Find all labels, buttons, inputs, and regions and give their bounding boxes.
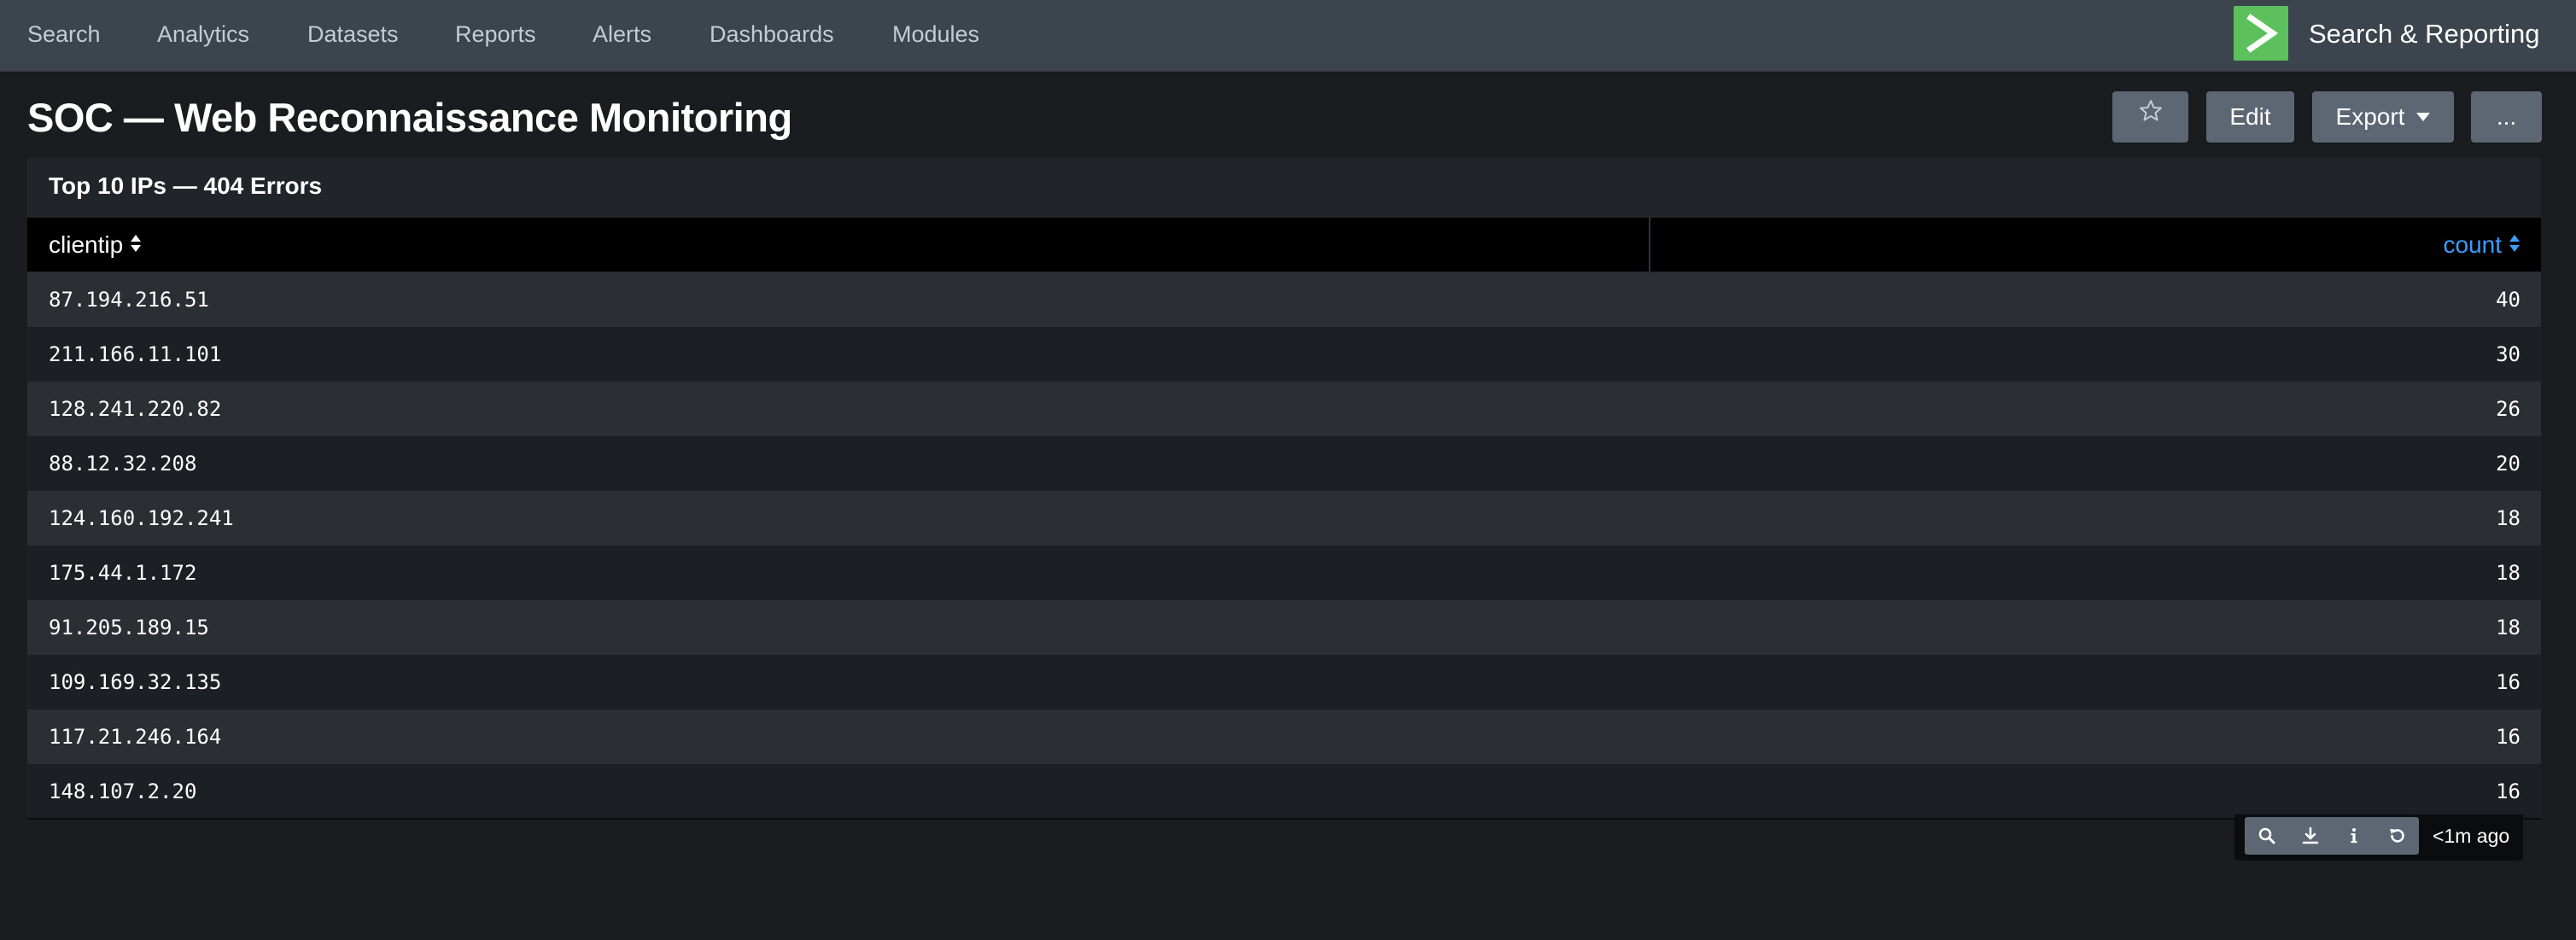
table-row[interactable]: 211.166.11.101 30 <box>27 327 2541 382</box>
count-cell[interactable]: 20 <box>2496 436 2521 491</box>
clientip-cell[interactable]: 175.44.1.172 <box>49 546 196 600</box>
count-cell[interactable]: 16 <box>2496 655 2521 709</box>
column-header-count[interactable]: count <box>2444 218 2521 271</box>
clientip-cell[interactable]: 109.169.32.135 <box>49 655 221 709</box>
table-row[interactable]: 124.160.192.241 18 <box>27 491 2541 546</box>
sort-icon <box>130 219 142 272</box>
clientip-cell[interactable]: 88.12.32.208 <box>49 436 196 491</box>
info-icon[interactable] <box>2332 817 2375 855</box>
top-nav-bar: Search Analytics Datasets Reports Alerts… <box>0 0 2576 72</box>
clientip-cell[interactable]: 91.205.189.15 <box>49 600 209 655</box>
column-header-label: count <box>2443 231 2503 258</box>
count-cell[interactable]: 18 <box>2496 546 2521 600</box>
clientip-cell[interactable]: 117.21.246.164 <box>49 709 221 764</box>
nav-item-modules[interactable]: Modules <box>892 0 979 68</box>
table-row[interactable]: 109.169.32.135 16 <box>27 655 2541 709</box>
panel-title: Top 10 IPs — 404 Errors <box>49 172 323 199</box>
table-header: clientip count <box>27 218 2541 271</box>
more-actions-label: ... <box>2496 103 2517 130</box>
star-icon <box>2138 90 2164 142</box>
last-refreshed-timestamp: <1m ago <box>2433 825 2510 847</box>
table-row[interactable]: 175.44.1.172 18 <box>27 546 2541 600</box>
export-button-label: Export <box>2335 103 2405 130</box>
count-cell[interactable]: 30 <box>2496 327 2521 382</box>
download-icon[interactable] <box>2288 817 2332 855</box>
edit-button[interactable]: Edit <box>2206 91 2294 143</box>
count-cell[interactable]: 18 <box>2496 600 2521 655</box>
nav-item-dashboards[interactable]: Dashboards <box>710 0 834 68</box>
nav-item-datasets[interactable]: Datasets <box>307 0 399 68</box>
edit-button-label: Edit <box>2229 103 2271 130</box>
nav-item-reports[interactable]: Reports <box>455 0 536 68</box>
more-actions-button[interactable]: ... <box>2471 91 2542 143</box>
caret-down-icon <box>2416 112 2431 121</box>
favorite-button[interactable] <box>2112 91 2188 143</box>
sort-icon <box>2509 219 2521 272</box>
column-divider[interactable] <box>1649 218 1650 271</box>
column-header-clientip[interactable]: clientip <box>49 218 142 271</box>
column-header-label: clientip <box>49 231 124 258</box>
table-row[interactable]: 88.12.32.208 20 <box>27 436 2541 491</box>
table-bottom-border <box>27 818 2541 820</box>
table-row[interactable]: 91.205.189.15 18 <box>27 600 2541 655</box>
app-logo-icon[interactable] <box>2234 6 2288 61</box>
nav-item-search[interactable]: Search <box>27 0 101 68</box>
table-row[interactable]: 148.107.2.20 16 <box>27 764 2541 819</box>
count-cell[interactable]: 18 <box>2496 491 2521 546</box>
table-panel: Top 10 IPs — 404 Errors clientip count 8… <box>27 158 2541 820</box>
nav-item-analytics[interactable]: Analytics <box>157 0 249 68</box>
panel-footer-toolbar: <1m ago <box>2234 814 2523 861</box>
refresh-icon[interactable] <box>2375 817 2419 855</box>
page-title: SOC — Web Reconnaissance Monitoring <box>27 95 792 140</box>
table-row[interactable]: 117.21.246.164 16 <box>27 709 2541 764</box>
export-button[interactable]: Export <box>2312 91 2454 143</box>
clientip-cell[interactable]: 87.194.216.51 <box>49 272 209 327</box>
count-cell[interactable]: 26 <box>2496 382 2521 436</box>
table-row[interactable]: 87.194.216.51 40 <box>27 272 2541 327</box>
app-title[interactable]: Search & Reporting <box>2309 0 2540 68</box>
clientip-cell[interactable]: 148.107.2.20 <box>49 764 196 819</box>
count-cell[interactable]: 16 <box>2496 764 2521 819</box>
clientip-cell[interactable]: 128.241.220.82 <box>49 382 221 436</box>
count-cell[interactable]: 40 <box>2496 272 2521 327</box>
clientip-cell[interactable]: 124.160.192.241 <box>49 491 234 546</box>
table-body: 87.194.216.51 40 211.166.11.101 30 128.2… <box>27 272 2541 819</box>
clientip-cell[interactable]: 211.166.11.101 <box>49 327 221 382</box>
count-cell[interactable]: 16 <box>2496 709 2521 764</box>
nav-item-alerts[interactable]: Alerts <box>593 0 651 68</box>
panel-tool-icons <box>2245 817 2419 855</box>
table-row[interactable]: 128.241.220.82 26 <box>27 382 2541 436</box>
search-icon[interactable] <box>2245 817 2288 855</box>
